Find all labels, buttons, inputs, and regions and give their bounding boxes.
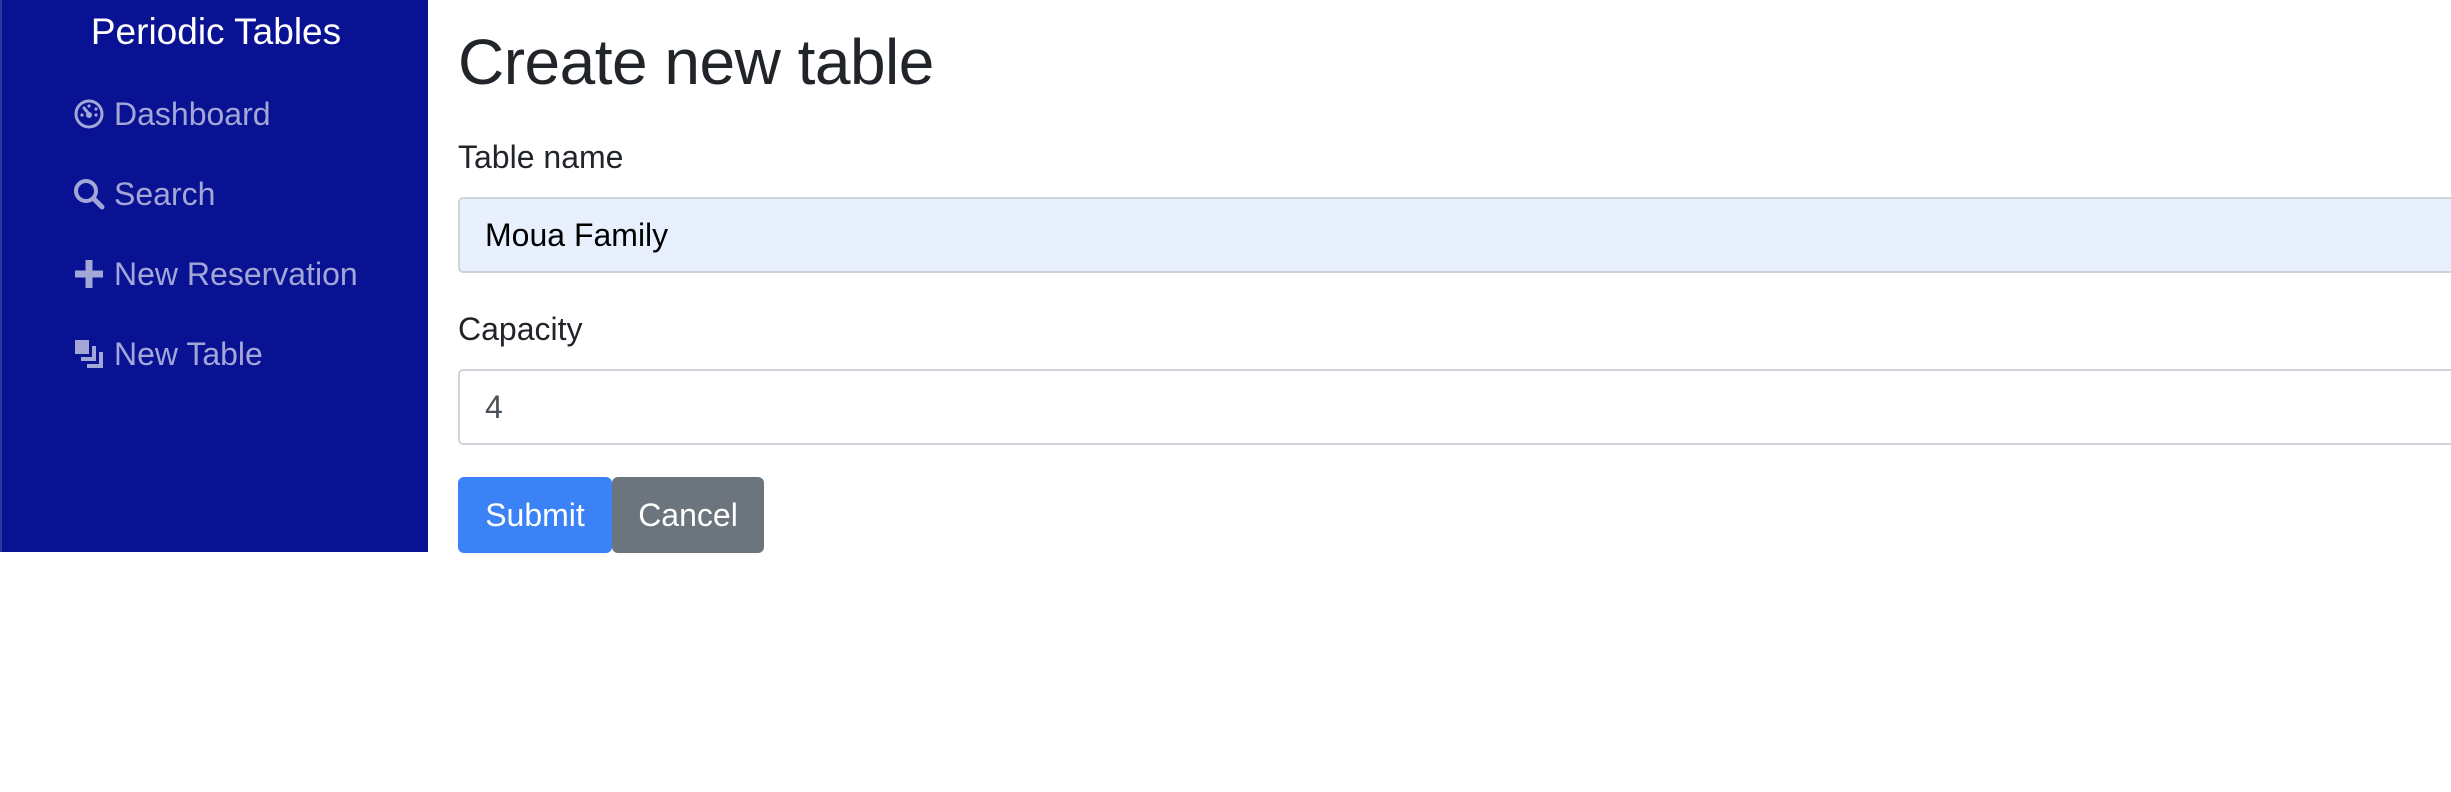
plus-icon [72,257,106,291]
sidebar-item-label: Dashboard [114,95,271,132]
brand-title[interactable]: Periodic Tables [2,8,430,56]
dashboard-icon [72,97,106,131]
sidebar-item-label: Search [114,175,216,212]
page-title: Create new table [458,26,934,98]
sidebar-item-dashboard[interactable]: Dashboard [72,90,271,138]
sidebar-item-new-table[interactable]: New Table [72,330,263,378]
sidebar-item-new-reservation[interactable]: New Reservation [72,250,358,298]
table-name-label: Table name [458,139,624,175]
search-icon [72,177,106,211]
sidebar-item-label: New Table [114,335,263,372]
sidebar-item-search[interactable]: Search [72,170,215,218]
sidebar: Periodic Tables Dashboard Search New Res… [0,0,428,552]
cancel-button[interactable]: Cancel [612,477,764,553]
capacity-input[interactable] [458,369,2451,445]
capacity-label: Capacity [458,311,583,347]
submit-button[interactable]: Submit [458,477,612,553]
sidebar-item-label: New Reservation [114,255,358,292]
table-name-input[interactable] [458,197,2451,273]
layers-icon [72,337,106,371]
